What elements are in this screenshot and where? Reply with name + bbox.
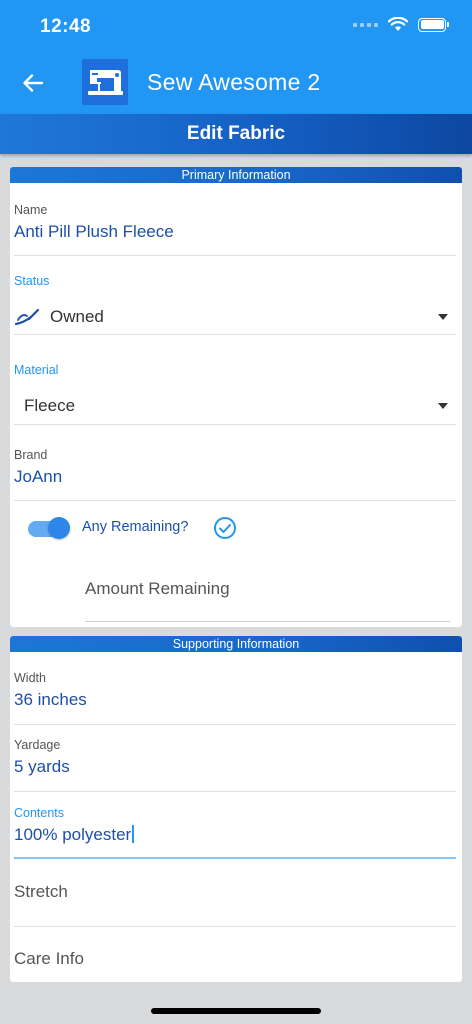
material-picker[interactable]: Fleece: [14, 392, 456, 420]
status-label-wrap: Status: [14, 274, 456, 288]
needle-thread-icon: [14, 308, 40, 326]
stretch-input[interactable]: Stretch: [14, 882, 68, 902]
brand-field[interactable]: Brand JoAnn: [14, 448, 456, 487]
yardage-label: Yardage: [14, 738, 61, 752]
chevron-down-icon: [438, 403, 448, 409]
material-value: Fleece: [24, 396, 76, 415]
status-icons: [353, 17, 449, 32]
divider: [14, 500, 456, 501]
name-value[interactable]: Anti Pill Plush Fleece: [14, 222, 456, 242]
status-value: Owned: [50, 307, 104, 326]
any-remaining-toggle[interactable]: [28, 517, 70, 541]
divider: [14, 255, 456, 256]
status-picker[interactable]: Owned: [14, 303, 456, 331]
amount-remaining-input[interactable]: Amount Remaining: [85, 579, 230, 599]
width-label: Width: [14, 671, 46, 685]
status-bar: 12:48: [0, 0, 472, 52]
page-title: Edit Fabric: [0, 114, 472, 154]
cellular-signal-icon: [353, 22, 378, 27]
primary-information-card: Primary Information Name Anti Pill Plush…: [10, 167, 462, 627]
text-cursor: [132, 825, 134, 843]
contents-value: 100% polyester: [14, 825, 132, 844]
divider: [14, 791, 456, 792]
status-label: Status: [14, 274, 50, 288]
supporting-information-header: Supporting Information: [10, 636, 462, 652]
supporting-information-card: Supporting Information Width 36 inches Y…: [10, 636, 462, 982]
sewing-machine-icon: [88, 70, 123, 95]
name-field[interactable]: Name Anti Pill Plush Fleece: [14, 203, 456, 242]
divider: [14, 424, 456, 425]
chevron-down-icon: [438, 314, 448, 320]
back-arrow-icon: [23, 74, 44, 92]
battery-icon: [418, 17, 449, 32]
yardage-value[interactable]: 5 yards: [14, 757, 456, 777]
divider: [14, 334, 456, 335]
wifi-icon: [388, 17, 408, 31]
care-info-input[interactable]: Care Info: [14, 949, 84, 969]
any-remaining-label: Any Remaining?: [82, 519, 189, 535]
brand-label: Brand: [14, 448, 48, 462]
contents-underline-focused: [14, 857, 456, 859]
brand-value[interactable]: JoAnn: [14, 467, 456, 487]
divider: [14, 926, 456, 927]
contents-label: Contents: [14, 806, 65, 820]
contents-input[interactable]: 100% polyester: [14, 825, 456, 845]
width-value[interactable]: 36 inches: [14, 690, 456, 710]
width-field[interactable]: Width 36 inches: [14, 671, 456, 710]
app-logo: [82, 59, 128, 105]
back-button[interactable]: [18, 68, 48, 98]
material-label: Material: [14, 363, 59, 377]
app-bar: Sew Awesome 2: [0, 52, 472, 114]
status-time: 12:48: [40, 16, 92, 37]
name-label: Name: [14, 203, 48, 217]
material-label-wrap: Material: [14, 363, 456, 377]
yardage-field[interactable]: Yardage 5 yards: [14, 738, 456, 777]
contents-field[interactable]: Contents 100% polyester: [14, 806, 456, 845]
primary-information-header: Primary Information: [10, 167, 462, 183]
amount-remaining-underline: [85, 621, 450, 622]
divider: [14, 724, 456, 725]
check-circle-icon: [214, 517, 236, 539]
home-indicator[interactable]: [151, 1008, 321, 1014]
app-title: Sew Awesome 2: [147, 69, 321, 95]
